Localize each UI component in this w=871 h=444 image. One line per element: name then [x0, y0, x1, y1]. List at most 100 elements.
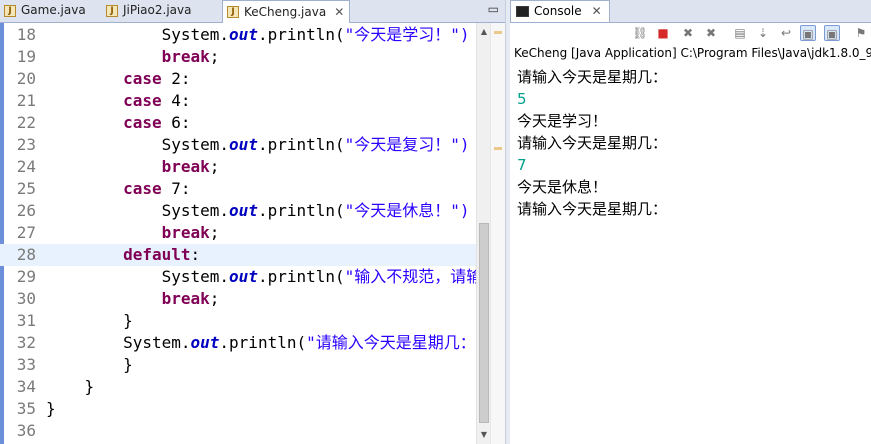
- code-line[interactable]: 26 System.out.println("今天是休息！"): [0, 200, 490, 222]
- tab-label: JiPiao2.java: [123, 3, 192, 17]
- code-line[interactable]: 31 }: [0, 310, 490, 332]
- code-text[interactable]: }: [46, 354, 133, 376]
- clear-console-icon[interactable]: ▤: [732, 25, 748, 41]
- keyword-token: case: [123, 91, 162, 110]
- code-text[interactable]: case 2:: [46, 68, 190, 90]
- code-line[interactable]: 24 break;: [0, 156, 490, 178]
- line-number: 26: [16, 201, 36, 220]
- console-input-line: 5: [517, 90, 527, 108]
- field-token: out: [229, 135, 258, 154]
- code-token: }: [46, 399, 56, 418]
- java-file-icon: J: [227, 6, 239, 18]
- code-text[interactable]: break;: [46, 46, 220, 68]
- code-text[interactable]: }: [46, 398, 56, 420]
- tab-kecheng-java[interactable]: J KeCheng.java ✕: [222, 0, 350, 23]
- code-text[interactable]: System.out.println("请输入今天是星期几：: [46, 332, 476, 354]
- overview-marker[interactable]: [494, 31, 502, 34]
- code-line[interactable]: 36: [0, 420, 490, 442]
- string-token: "今天是复习！"): [344, 135, 470, 154]
- code-text[interactable]: case 6:: [46, 112, 191, 134]
- java-file-icon: J: [4, 4, 16, 17]
- line-number: 22: [16, 113, 36, 132]
- line-number: 19: [16, 47, 36, 66]
- code-text[interactable]: System.out.println("今天是学习！"): [46, 24, 470, 46]
- line-number: 35: [16, 399, 36, 418]
- keyword-token: break: [161, 223, 210, 242]
- code-text[interactable]: }: [46, 376, 95, 398]
- tab-console[interactable]: Console ✕: [510, 0, 610, 22]
- editor-vertical-scrollbar[interactable]: ▲ ▼: [476, 23, 491, 444]
- code-line[interactable]: 21 case 4:: [0, 90, 490, 112]
- word-wrap-icon[interactable]: ↩: [778, 25, 794, 41]
- tab-label: KeCheng.java: [244, 4, 327, 19]
- close-icon[interactable]: ✕: [334, 2, 344, 23]
- remove-all-terminated-icon[interactable]: ✖: [680, 25, 696, 41]
- code-line[interactable]: 25 case 7:: [0, 178, 490, 200]
- code-area[interactable]: 18 System.out.println("今天是学习！") 19 break;…: [0, 23, 490, 444]
- code-token: }: [46, 311, 133, 330]
- java-file-icon: J: [106, 4, 118, 17]
- code-text[interactable]: System.out.println("今天是休息！"): [46, 200, 470, 222]
- show-console-on-error-icon[interactable]: ▣: [824, 25, 840, 41]
- code-editor[interactable]: J Game.java J JiPiao2.java J KeCheng.jav…: [0, 0, 505, 444]
- code-text[interactable]: break;: [46, 222, 220, 244]
- code-line[interactable]: 30 break;: [0, 288, 490, 310]
- code-text[interactable]: }: [46, 310, 133, 332]
- code-line[interactable]: 27 break;: [0, 222, 490, 244]
- remove-launch-icon[interactable]: ⛓: [632, 25, 648, 41]
- keyword-token: break: [161, 157, 210, 176]
- field-token: out: [229, 201, 258, 220]
- code-line[interactable]: 28 default:: [0, 244, 490, 266]
- code-line[interactable]: 23 System.out.println("今天是复习！"): [0, 134, 490, 156]
- scroll-lock-icon[interactable]: ⇣: [755, 25, 771, 41]
- remove-icon[interactable]: ✖: [703, 25, 719, 41]
- code-text[interactable]: System.out.println("今天是复习！"): [46, 134, 470, 156]
- console-output-line: 请输入今天是星期几：: [517, 68, 668, 86]
- code-text[interactable]: break;: [46, 288, 220, 310]
- minimize-icon[interactable]: ▭: [488, 2, 499, 16]
- code-text[interactable]: case 7:: [46, 178, 190, 200]
- line-number: 20: [16, 69, 36, 88]
- code-line[interactable]: 34 }: [0, 376, 490, 398]
- code-token: 6:: [161, 113, 191, 132]
- code-line[interactable]: 20 case 2:: [0, 68, 490, 90]
- terminate-icon[interactable]: ■: [655, 25, 671, 41]
- code-line[interactable]: 35}: [0, 398, 490, 420]
- code-line[interactable]: 33 }: [0, 354, 490, 376]
- editor-tab-bar: J Game.java J JiPiao2.java J KeCheng.jav…: [0, 0, 505, 23]
- console-toolbar: ⛓ ■ ✖ ✖ ▤ ⇣ ↩ ▣ ▣ ⚑: [510, 22, 871, 46]
- code-text[interactable]: System.out.println("输入不规范，请输: [46, 266, 483, 288]
- show-console-on-output-icon[interactable]: ▣: [800, 25, 816, 41]
- line-number: 21: [16, 91, 36, 110]
- scroll-down-icon[interactable]: ▼: [477, 428, 491, 442]
- code-line[interactable]: 29 System.out.println("输入不规范，请输: [0, 266, 490, 288]
- pin-console-icon[interactable]: ⚑: [853, 25, 869, 41]
- code-line[interactable]: 18 System.out.println("今天是学习！"): [0, 24, 490, 46]
- tab-game-java[interactable]: J Game.java: [0, 0, 100, 21]
- code-text[interactable]: break;: [46, 156, 220, 178]
- code-line[interactable]: 22 case 6:: [0, 112, 490, 134]
- line-number: 25: [16, 179, 36, 198]
- close-icon[interactable]: ✕: [592, 1, 602, 22]
- code-token: :: [190, 245, 201, 264]
- code-token: System.: [46, 333, 191, 352]
- scrollbar-thumb[interactable]: [479, 223, 489, 423]
- overview-marker[interactable]: [494, 147, 502, 150]
- string-token: "今天是休息！"): [344, 201, 470, 220]
- line-number: 33: [16, 355, 36, 374]
- field-token: out: [190, 333, 220, 352]
- scroll-up-icon[interactable]: ▲: [477, 25, 491, 39]
- code-text[interactable]: default:: [46, 244, 200, 266]
- code-line[interactable]: 32 System.out.println("请输入今天是星期几：: [0, 332, 490, 354]
- code-text[interactable]: case 4:: [46, 90, 190, 112]
- console-tab-label: Console: [534, 4, 582, 18]
- tab-jipiao2-java[interactable]: J JiPiao2.java: [102, 0, 218, 21]
- tab-label: Game.java: [21, 3, 86, 17]
- code-line[interactable]: 19 break;: [0, 46, 490, 68]
- overview-ruler[interactable]: [490, 23, 505, 444]
